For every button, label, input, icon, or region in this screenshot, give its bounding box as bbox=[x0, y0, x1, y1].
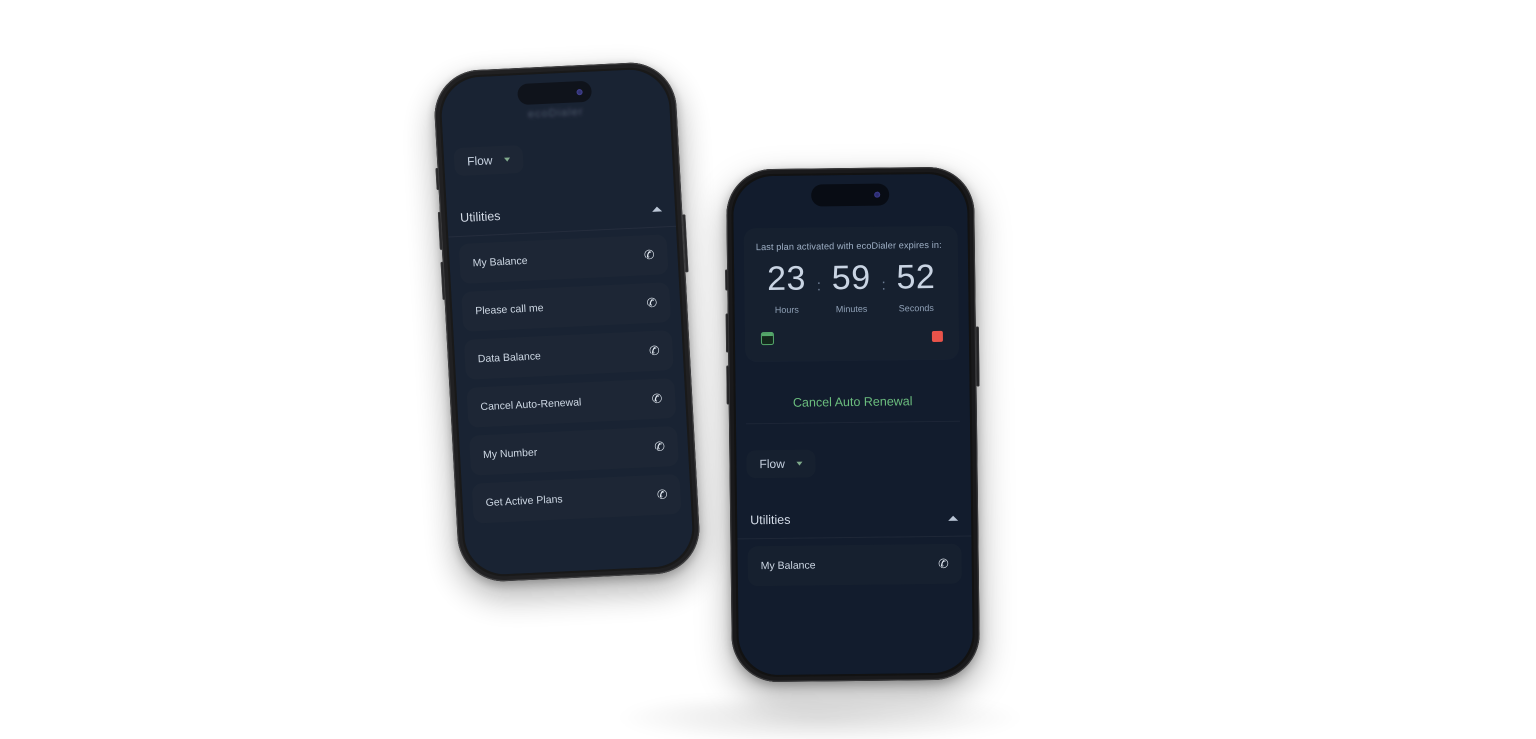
flow-dropdown-left[interactable]: Flow bbox=[453, 144, 525, 177]
countdown-seconds-value: 52 bbox=[896, 257, 936, 297]
volume-up-button[interactable] bbox=[437, 211, 443, 250]
utilities-list-left: My Balance ✆ Please call me ✆ Data Balan… bbox=[448, 227, 691, 524]
countdown-hours-value: 23 bbox=[766, 259, 807, 299]
list-item[interactable]: Please call me ✆ bbox=[461, 282, 672, 332]
silent-switch[interactable] bbox=[434, 167, 440, 191]
dynamic-island-left bbox=[517, 80, 593, 106]
chevron-up-icon[interactable] bbox=[651, 205, 663, 212]
phone-call-icon[interactable]: ✆ bbox=[938, 557, 949, 571]
phone-right-inner: Last plan activated with ecoDialer expir… bbox=[732, 173, 974, 676]
countdown-unit-seconds: 52 Seconds bbox=[885, 257, 946, 314]
floor-shadow bbox=[620, 700, 1020, 739]
list-item[interactable]: Cancel Auto-Renewal ✆ bbox=[466, 378, 677, 428]
list-item[interactable]: Get Active Plans ✆ bbox=[471, 473, 682, 524]
phone-right-screen: Last plan activated with ecoDialer expir… bbox=[732, 173, 974, 676]
list-item[interactable]: My Balance ✆ bbox=[747, 543, 962, 587]
chevron-down-icon bbox=[504, 157, 511, 162]
front-camera-icon bbox=[576, 88, 583, 95]
chevron-up-icon[interactable] bbox=[948, 515, 959, 521]
flow-dropdown-right[interactable]: Flow bbox=[746, 449, 816, 479]
phone-device-right: Last plan activated with ecoDialer expir… bbox=[724, 166, 981, 683]
chevron-down-icon bbox=[796, 461, 803, 466]
front-camera-icon bbox=[874, 191, 881, 198]
list-item-label: My Balance bbox=[760, 559, 816, 573]
utilities-section-title-right: Utilities bbox=[750, 512, 791, 528]
countdown-label: Last plan activated with ecoDialer expir… bbox=[755, 239, 942, 253]
screenshot-stage: ecoDialer Flow Utilities My Balance ✆ Pl… bbox=[0, 0, 1536, 739]
phone-call-icon[interactable]: ✆ bbox=[654, 439, 665, 453]
countdown-hours-label: Hours bbox=[774, 304, 799, 315]
phone-call-icon[interactable]: ✆ bbox=[649, 343, 660, 357]
countdown-icon-row bbox=[757, 330, 947, 346]
utilities-section-title-left: Utilities bbox=[459, 209, 501, 225]
phone-call-icon[interactable]: ✆ bbox=[651, 391, 662, 405]
countdown-unit-hours: 23 Hours bbox=[756, 259, 817, 315]
list-item[interactable]: My Balance ✆ bbox=[458, 234, 669, 284]
phone-right-scroll-area[interactable]: Last plan activated with ecoDialer expir… bbox=[733, 174, 973, 676]
countdown-minutes-label: Minutes bbox=[835, 303, 868, 315]
flow-dropdown-label-left: Flow bbox=[466, 153, 493, 169]
countdown-seconds-label: Seconds bbox=[898, 303, 934, 314]
phone-call-icon[interactable]: ✆ bbox=[644, 248, 655, 262]
volume-up-button[interactable] bbox=[725, 313, 729, 353]
countdown-card: Last plan activated with ecoDialer expir… bbox=[743, 225, 960, 362]
flow-dropdown-label-right: Flow bbox=[759, 456, 785, 472]
list-item[interactable]: My Number ✆ bbox=[469, 425, 679, 476]
volume-down-button[interactable] bbox=[725, 365, 730, 405]
countdown-minutes-value: 59 bbox=[831, 258, 871, 298]
cancel-auto-renewal-button[interactable]: Cancel Auto Renewal bbox=[745, 380, 960, 425]
list-item-label: Get Active Plans bbox=[485, 493, 563, 510]
countdown-timer-row: 23 Hours : 59 Minutes : 52 Seconds bbox=[756, 257, 947, 315]
silent-switch[interactable] bbox=[724, 269, 728, 291]
utilities-list-right: My Balance ✆ bbox=[737, 537, 972, 587]
power-button[interactable] bbox=[681, 214, 688, 273]
list-item-label: My Number bbox=[482, 446, 538, 462]
list-item-label: My Balance bbox=[472, 254, 528, 270]
power-button[interactable] bbox=[975, 326, 980, 387]
phone-left-scroll-area[interactable]: Flow Utilities My Balance ✆ Please call … bbox=[440, 68, 695, 576]
phone-left-screen: ecoDialer Flow Utilities My Balance ✆ Pl… bbox=[439, 67, 695, 577]
volume-down-button[interactable] bbox=[440, 261, 446, 300]
stop-square-icon[interactable] bbox=[931, 330, 943, 343]
phone-call-icon[interactable]: ✆ bbox=[646, 295, 657, 309]
list-item-label: Data Balance bbox=[477, 350, 542, 366]
list-item[interactable]: Data Balance ✆ bbox=[463, 330, 674, 380]
countdown-unit-minutes: 59 Minutes bbox=[821, 258, 882, 315]
utilities-section-header-right[interactable]: Utilities bbox=[736, 501, 972, 540]
phone-call-icon[interactable]: ✆ bbox=[657, 487, 668, 501]
list-item-label: Please call me bbox=[474, 302, 544, 318]
calendar-icon[interactable] bbox=[760, 331, 775, 346]
phone-device-left: ecoDialer Flow Utilities My Balance ✆ Pl… bbox=[432, 60, 702, 584]
list-item-label: Cancel Auto-Renewal bbox=[480, 396, 582, 414]
dynamic-island-right bbox=[811, 183, 890, 207]
phone-left-inner: ecoDialer Flow Utilities My Balance ✆ Pl… bbox=[439, 67, 695, 577]
